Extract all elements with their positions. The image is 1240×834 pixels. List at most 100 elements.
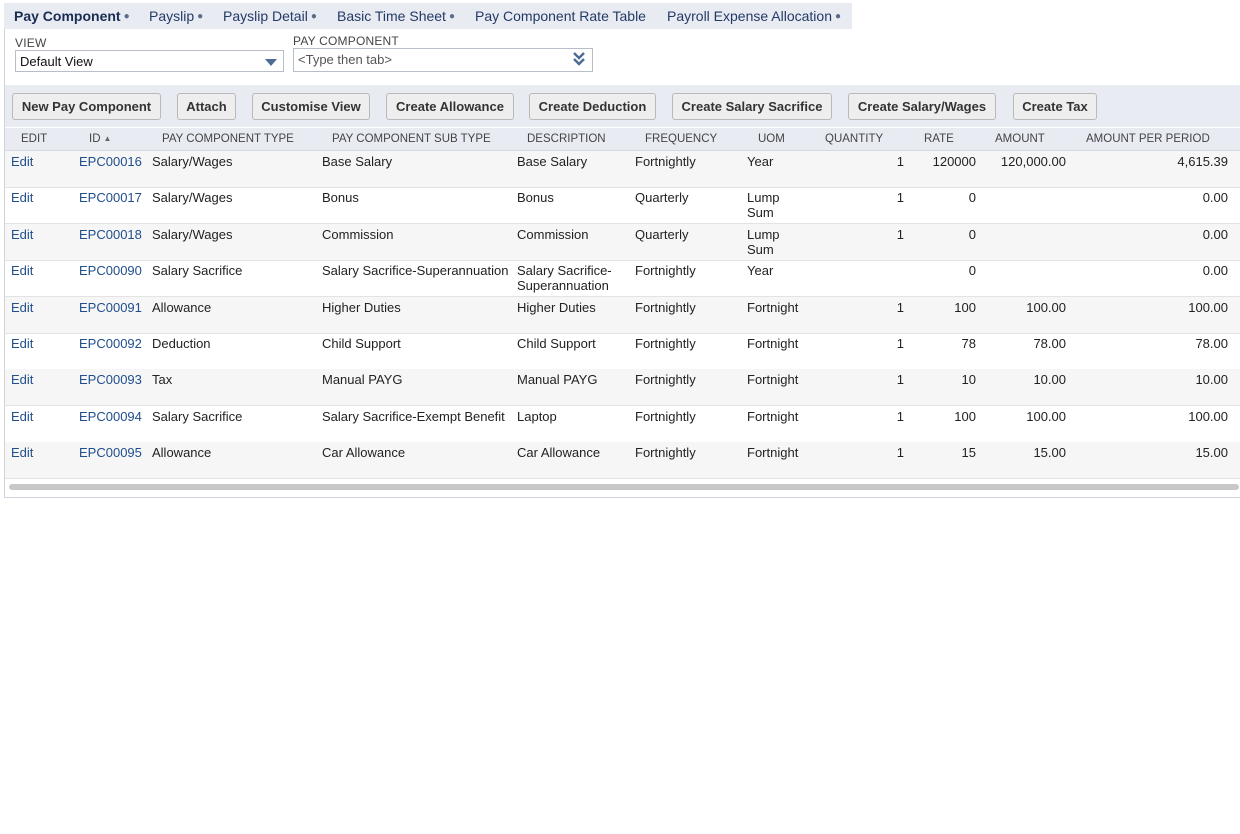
record-id-link[interactable]: EPC00091 [79, 300, 142, 315]
cell-sub-type: Commission [322, 226, 394, 242]
record-id-link[interactable]: EPC00017 [79, 190, 142, 205]
edit-link[interactable]: Edit [11, 154, 33, 169]
cell-amount: 120,000.00 [1000, 154, 1066, 169]
cell-uom: Lump Sum [747, 190, 780, 221]
edit-link[interactable]: Edit [11, 300, 33, 315]
view-select-value: Default View [20, 54, 93, 69]
cell-amount: 78.00 [1033, 336, 1066, 351]
table-row: Edit EPC00091 Allowance Higher Duties Higher… [5, 296, 1240, 334]
record-id-link[interactable]: EPC00016 [79, 154, 142, 169]
tab-label: Payroll Expense Allocation [667, 8, 832, 24]
tab-payslip[interactable]: Payslip ● [149, 8, 203, 24]
cell-sub-type: Child Support [322, 336, 401, 351]
subtab-bar: Pay Component ● Payslip ● Payslip Detail ● … [4, 3, 852, 30]
cell-type: Allowance [152, 299, 212, 315]
edit-link[interactable]: Edit [11, 263, 33, 278]
cell-description: Laptop [517, 408, 557, 424]
cell-sub-type: Manual PAYG [322, 372, 403, 388]
cell-type: Tax [152, 372, 173, 388]
cell-amount-per-period: 15.00 [1195, 445, 1228, 461]
col-quantity[interactable]: QUANTITY [825, 133, 883, 145]
cell-uom: Fortnight [747, 445, 799, 461]
record-id-link[interactable]: EPC00095 [79, 445, 142, 460]
cell-rate: 10 [961, 372, 976, 388]
edit-link[interactable]: Edit [11, 445, 33, 460]
create-allowance-button[interactable]: Create Allowance [386, 93, 514, 120]
col-description[interactable]: DESCRIPTION [527, 133, 606, 145]
customise-view-button[interactable]: Customise View [252, 93, 370, 120]
tab-basic-time-sheet[interactable]: Basic Time Sheet ● [337, 8, 455, 24]
tab-pay-component-rate-table[interactable]: Pay Component Rate Table [475, 8, 646, 24]
create-tax-button[interactable]: Create Tax [1013, 93, 1097, 120]
pay-component-label: PAY COMPONENT [293, 34, 399, 48]
view-select[interactable]: Default View [15, 50, 284, 72]
edit-link[interactable]: Edit [11, 409, 33, 424]
table-row: Edit EPC00095 Allowance Car Allowance Car Al… [5, 442, 1240, 480]
double-chevron-down-icon[interactable] [572, 51, 586, 67]
cell-amount-per-period: 10.00 [1195, 372, 1228, 388]
table-row: Edit EPC00092 Deduction Child Support Child … [5, 333, 1240, 370]
record-id-link[interactable]: EPC00093 [79, 372, 142, 387]
cell-description: Salary Sacrifice-Superannuation [517, 263, 612, 294]
tab-payroll-expense-allocation[interactable]: Payroll Expense Allocation ● [667, 8, 841, 24]
record-id-link[interactable]: EPC00018 [79, 227, 142, 242]
cell-uom: Lump Sum [747, 226, 780, 257]
cell-amount-per-period: 100.00 [1188, 408, 1228, 424]
cell-type: Allowance [152, 445, 212, 461]
record-id-link[interactable]: EPC00090 [79, 263, 142, 278]
create-deduction-button[interactable]: Create Deduction [529, 93, 656, 120]
cell-rate: 100 [954, 408, 976, 424]
col-pay-component-type[interactable]: PAY COMPONENT TYPE [162, 133, 294, 145]
cell-amount-per-period: 0.00 [1202, 263, 1228, 279]
tab-dot-icon: ● [310, 11, 317, 22]
attach-button[interactable]: Attach [177, 93, 236, 120]
create-salary-wages-button[interactable]: Create Salary/Wages [848, 93, 996, 120]
col-amount-per-period[interactable]: AMOUNT PER PERIOD [1086, 133, 1210, 145]
edit-link[interactable]: Edit [11, 227, 33, 242]
tab-dot-icon: ● [197, 11, 204, 22]
cell-sub-type: Salary Sacrifice-Superannuation [322, 263, 509, 279]
cell-description: Commission [517, 226, 589, 242]
col-frequency[interactable]: FREQUENCY [645, 133, 717, 145]
pay-component-input[interactable]: <Type then tab> [293, 48, 593, 72]
record-id-link[interactable]: EPC00092 [79, 336, 142, 351]
col-id-label: ID [89, 133, 101, 145]
table-row: Edit EPC00018 Salary/Wages Commission Commis… [5, 223, 1240, 261]
cell-amount-per-period: 78.00 [1195, 336, 1228, 351]
edit-link[interactable]: Edit [11, 372, 33, 387]
record-id-link[interactable]: EPC00094 [79, 409, 142, 424]
cell-amount-per-period: 100.00 [1188, 299, 1228, 315]
cell-amount: 100.00 [1026, 299, 1066, 315]
tab-pay-component[interactable]: Pay Component ● [14, 8, 130, 24]
cell-uom: Fortnight [747, 408, 799, 424]
cell-rate: 78 [961, 336, 976, 351]
col-pay-component-sub-type[interactable]: PAY COMPONENT SUB TYPE [332, 133, 491, 145]
tab-payslip-detail[interactable]: Payslip Detail ● [223, 8, 317, 24]
dropdown-arrow-icon [265, 59, 277, 66]
new-pay-component-button[interactable]: New Pay Component [12, 93, 161, 120]
cell-description: Child Support [517, 336, 596, 351]
cell-type: Deduction [152, 336, 211, 351]
cell-sub-type: Bonus [322, 190, 359, 206]
sort-ascending-icon: ▲ [103, 134, 112, 143]
cell-type: Salary Sacrifice [152, 408, 243, 424]
edit-link[interactable]: Edit [11, 336, 33, 351]
cell-quantity: 1 [896, 154, 904, 169]
col-amount[interactable]: AMOUNT [995, 133, 1045, 145]
create-salary-sacrifice-button[interactable]: Create Salary Sacrifice [672, 93, 832, 120]
horizontal-scrollbar[interactable] [9, 484, 1239, 490]
table-row: Edit EPC00016 Salary/Wages Base Salary Base … [5, 151, 1240, 188]
cell-type: Salary/Wages [152, 154, 233, 169]
col-rate[interactable]: RATE [924, 133, 954, 145]
tab-label: Payslip Detail [223, 8, 308, 24]
cell-quantity: 1 [896, 445, 904, 461]
cell-type: Salary/Wages [152, 190, 233, 206]
cell-amount: 100.00 [1026, 408, 1066, 424]
table-row: Edit EPC00017 Salary/Wages Bonus Bonus Quarte… [5, 187, 1240, 225]
edit-link[interactable]: Edit [11, 190, 33, 205]
tab-dot-icon: ● [123, 11, 130, 22]
col-uom[interactable]: UOM [758, 133, 785, 145]
cell-sub-type: Base Salary [322, 154, 393, 169]
col-id[interactable]: ID ▲ [89, 133, 111, 145]
tab-label: Pay Component Rate Table [475, 8, 646, 24]
